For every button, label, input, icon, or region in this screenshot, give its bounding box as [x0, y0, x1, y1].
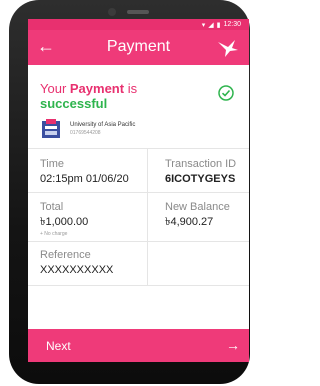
camera: [108, 8, 116, 16]
app-bar: ← Payment: [28, 30, 249, 65]
divider: [147, 148, 148, 285]
bird-logo-icon: [218, 40, 238, 57]
success-line-1: Your Payment is: [40, 81, 138, 96]
phone-frame: ▾ ◢ ▮ 12:30 ← Payment Your Payment is su…: [9, 0, 250, 384]
recipient: University of Asia Pacific 01769544208: [40, 118, 249, 140]
recipient-phone: 01769544208: [70, 130, 101, 136]
success-line-2: successful: [40, 96, 108, 111]
page-title: Payment: [106, 38, 171, 55]
new-balance-label: New Balance: [165, 201, 230, 213]
total-label: Total: [40, 201, 64, 213]
app-screen: ▾ ◢ ▮ 12:30 ← Payment Your Payment is su…: [28, 19, 249, 362]
divider: [28, 148, 249, 149]
total-value: ৳1,000.00: [40, 216, 89, 228]
transaction-id-label: Transaction ID: [165, 158, 237, 170]
time-label: Time: [40, 158, 65, 170]
next-label: Next: [46, 339, 71, 353]
divider: [28, 192, 249, 193]
status-bar: ▾ ◢ ▮ 12:30: [28, 19, 249, 30]
recipient-name: University of Asia Pacific: [70, 122, 136, 128]
time-value: 02:15pm 01/06/20: [40, 173, 129, 185]
speaker: [127, 10, 149, 14]
new-balance-value: ৳4,900.27: [165, 216, 214, 228]
reference-value: XXXXXXXXXX: [40, 264, 114, 276]
success-message: Your Payment is successful: [40, 81, 137, 111]
total-note: + No charge: [40, 231, 68, 237]
battery-icon: ▮: [216, 21, 221, 29]
reference-label: Reference: [40, 249, 91, 261]
check-circle-icon: [218, 85, 234, 101]
arrow-right-icon: →: [226, 337, 240, 353]
wifi-icon: ▾: [201, 21, 206, 29]
university-crest-icon: [42, 119, 60, 138]
transaction-id-value: 6ICOTYGEYS: [165, 173, 236, 185]
status-time: 12:30: [223, 21, 241, 28]
signal-icon: ◢: [208, 21, 214, 29]
divider: [28, 241, 249, 242]
next-button[interactable]: Next →: [28, 329, 249, 362]
divider: [28, 285, 249, 286]
